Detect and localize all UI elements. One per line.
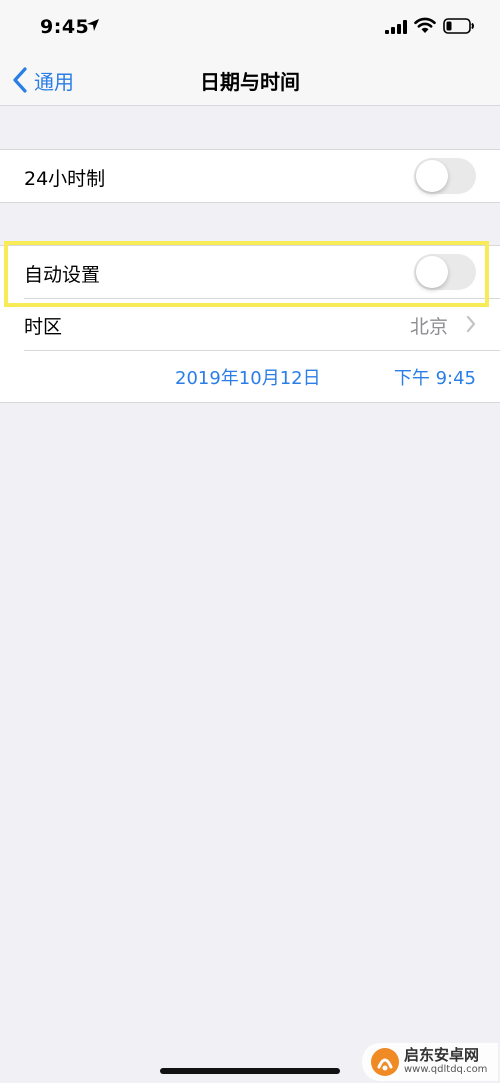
timezone-value: 北京 — [409, 316, 448, 338]
watermark-logo-icon — [371, 1048, 399, 1076]
navigation-bar: 通用 日期与时间 — [0, 54, 500, 106]
setting-row-date-time: 2019年10月12日 下午 9:45 — [0, 350, 500, 402]
date-button[interactable]: 2019年10月12日 — [175, 364, 321, 390]
status-time: 9:45 — [40, 16, 90, 38]
setting-row-24-hour: 24小时制 — [0, 150, 500, 202]
toggle-auto-set[interactable] — [414, 254, 476, 290]
home-indicator[interactable] — [160, 1068, 340, 1074]
setting-row-timezone[interactable]: 时区 北京 — [0, 298, 500, 350]
wifi-icon — [414, 17, 436, 33]
location-arrow-icon — [87, 19, 99, 31]
time-button[interactable]: 下午 9:45 — [394, 364, 476, 390]
settings-group-date-time: 自动设置 时区 北京 2019年10月12日 下午 9:45 — [0, 245, 500, 403]
watermark-url: www.qdltdq.com — [404, 1064, 488, 1075]
toggle-knob — [416, 160, 448, 192]
setting-label-auto-set: 自动设置 — [24, 264, 101, 286]
toggle-24-hour[interactable] — [414, 158, 476, 194]
cellular-signal-icon — [385, 20, 407, 34]
settings-group-hour-format: 24小时制 — [0, 149, 500, 203]
setting-label-24-hour: 24小时制 — [24, 168, 106, 190]
watermark: 启东安卓网 www.qdltdq.com — [362, 1043, 498, 1081]
setting-label-timezone: 时区 — [24, 316, 63, 338]
page-title: 日期与时间 — [200, 70, 300, 94]
toggle-knob — [416, 256, 448, 288]
watermark-name: 启东安卓网 — [404, 1046, 480, 1064]
setting-row-auto-set: 自动设置 — [0, 246, 500, 298]
battery-icon — [443, 18, 474, 34]
status-bar: 9:45 — [0, 0, 500, 54]
chevron-right-icon — [466, 315, 476, 333]
